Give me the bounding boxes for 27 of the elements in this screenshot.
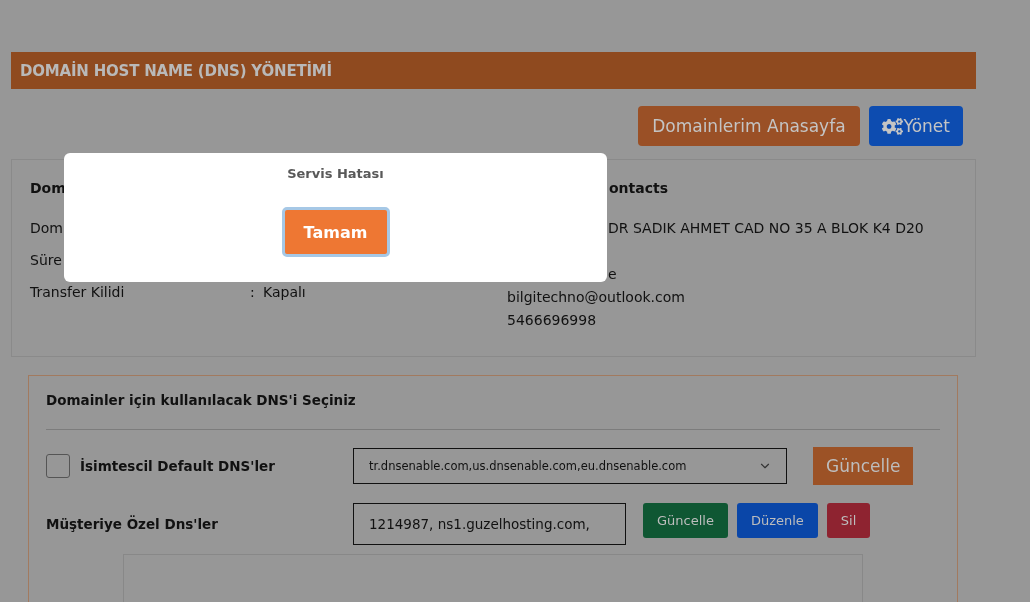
ok-button[interactable]: Tamam xyxy=(281,207,390,257)
update-button[interactable]: Güncelle xyxy=(813,447,914,485)
dns-input-field[interactable]: 1214987, ns1.guzelhosting.com, xyxy=(353,503,626,545)
edit-button[interactable]: Düzenle xyxy=(736,503,818,538)
option-label: İsimtescil Default DNS'ler xyxy=(80,458,275,474)
contact-text: e xyxy=(608,266,617,283)
page-title: DOMAİN HOST NAME (DNS) YÖNETİMİ xyxy=(20,61,332,80)
contact-text: DR SADIK AHMET CAD NO 35 A BLOK K4 D20 xyxy=(608,220,924,237)
dns-select[interactable]: tr.dnsenable.com,us.dnsenable.com,eu.dnsenable.com xyxy=(353,448,787,484)
dialog-title: Servis Hatası xyxy=(287,166,384,182)
field-label: Transfer Kilidi xyxy=(30,284,125,301)
contact-text: 5466696998 xyxy=(507,312,597,329)
field-value: Kapalı xyxy=(263,284,306,301)
gears-icon xyxy=(881,117,903,135)
separator-text: : xyxy=(250,284,255,301)
checkbox[interactable] xyxy=(46,454,70,478)
option-label: Müşteriye Özel Dns'ler xyxy=(46,516,218,532)
home-button[interactable]: Domainlerim Anasayfa xyxy=(638,106,860,146)
dns-section-heading: Domainler için kullanılacak DNS'i Seçiniz xyxy=(46,391,356,408)
manage-button[interactable]: Yönet xyxy=(868,106,963,146)
delete-button[interactable]: Sil xyxy=(826,503,871,538)
field-label: Süre xyxy=(30,252,62,269)
field-label: Dom xyxy=(30,220,63,237)
update-button[interactable]: Güncelle xyxy=(643,503,728,538)
contact-text: bilgitechno@outlook.com xyxy=(507,289,685,306)
section-heading: Dom xyxy=(30,180,66,196)
section-heading: ontacts xyxy=(609,180,669,196)
